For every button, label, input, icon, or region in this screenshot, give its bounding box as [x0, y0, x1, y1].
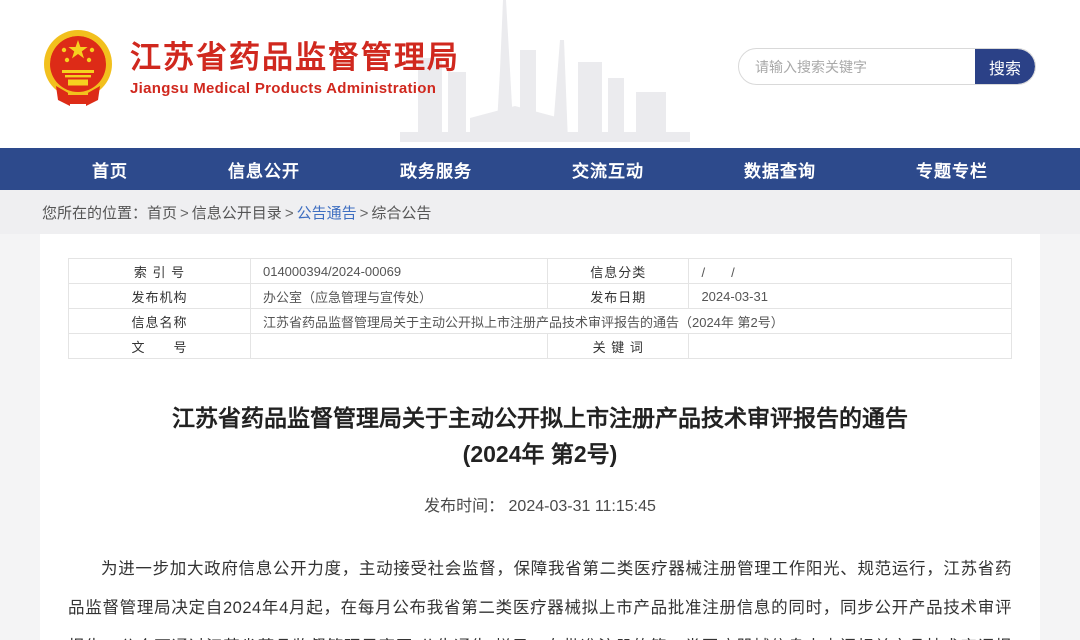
info-value: 014000394/2024-00069	[250, 259, 547, 284]
breadcrumb-separator: >	[180, 205, 189, 222]
info-table-row-0: 索 引 号014000394/2024-00069信息分类/ /	[69, 259, 1012, 284]
content-area: 索 引 号014000394/2024-00069信息分类/ /发布机构办公室（…	[0, 234, 1080, 640]
info-label: 索 引 号	[69, 259, 251, 284]
nav-item-2[interactable]: 政务服务	[400, 157, 472, 182]
breadcrumb-prefix: 您所在的位置：	[42, 202, 147, 223]
info-value	[689, 334, 1012, 359]
breadcrumb-item-0[interactable]: 首页	[147, 205, 177, 222]
publish-time-label: 发布时间：	[424, 498, 504, 515]
info-value	[250, 334, 547, 359]
info-value: 江苏省药品监督管理局关于主动公开拟上市注册产品技术审评报告的通告（2024年 第…	[250, 309, 1011, 334]
search-box: 搜索	[738, 48, 1036, 85]
breadcrumb-separator: >	[285, 205, 294, 222]
breadcrumb-item-2[interactable]: 公告通告	[297, 205, 357, 222]
article-paragraph: 为进一步加大政府信息公开力度，主动接受社会监督，保障我省第二类医疗器械注册管理工…	[68, 550, 1012, 640]
info-label: 发布日期	[548, 284, 689, 309]
info-label: 信息名称	[69, 309, 251, 334]
site-title-en: Jiangsu Medical Products Administration	[130, 80, 460, 97]
info-label: 信息分类	[548, 259, 689, 284]
breadcrumb-item-1[interactable]: 信息公开目录	[192, 205, 282, 222]
nav-item-5[interactable]: 专题专栏	[916, 157, 988, 182]
brand-block: 江苏省药品监督管理局 Jiangsu Medical Products Admi…	[40, 28, 460, 108]
site-title-cn: 江苏省药品监督管理局	[130, 39, 460, 76]
info-table-row-3: 文 号关 键 词	[69, 334, 1012, 359]
site-header: 江苏省药品监督管理局 Jiangsu Medical Products Admi…	[0, 0, 1080, 148]
info-table-row-2: 信息名称江苏省药品监督管理局关于主动公开拟上市注册产品技术审评报告的通告（202…	[69, 309, 1012, 334]
breadcrumb: 您所在的位置： 首页>信息公开目录>公告通告>综合公告	[0, 190, 1080, 234]
breadcrumb-separator: >	[360, 205, 369, 222]
article-title-line2: (2024年 第2号)	[68, 437, 1012, 473]
nav-item-4[interactable]: 数据查询	[744, 157, 816, 182]
nav-item-0[interactable]: 首页	[92, 157, 128, 182]
article-title: 江苏省药品监督管理局关于主动公开拟上市注册产品技术审评报告的通告 (2024年 …	[68, 401, 1012, 472]
national-emblem-logo	[40, 28, 116, 108]
info-table: 索 引 号014000394/2024-00069信息分类/ /发布机构办公室（…	[68, 258, 1012, 359]
search-input[interactable]	[739, 49, 975, 84]
info-value: / /	[689, 259, 1012, 284]
article-card: 索 引 号014000394/2024-00069信息分类/ /发布机构办公室（…	[40, 234, 1040, 640]
info-value: 2024-03-31	[689, 284, 1012, 309]
article-title-line1: 江苏省药品监督管理局关于主动公开拟上市注册产品技术审评报告的通告	[68, 401, 1012, 437]
nav-item-3[interactable]: 交流互动	[572, 157, 644, 182]
info-label: 发布机构	[69, 284, 251, 309]
info-label: 文 号	[69, 334, 251, 359]
search-button[interactable]: 搜索	[975, 49, 1035, 84]
info-label: 关 键 词	[548, 334, 689, 359]
publish-time-value: 2024-03-31 11:15:45	[509, 498, 656, 515]
publish-time-line: 发布时间： 2024-03-31 11:15:45	[68, 492, 1012, 516]
info-table-row-1: 发布机构办公室（应急管理与宣传处）发布日期2024-03-31	[69, 284, 1012, 309]
breadcrumb-item-3[interactable]: 综合公告	[371, 205, 431, 222]
info-value: 办公室（应急管理与宣传处）	[250, 284, 547, 309]
main-nav: 首页 信息公开 政务服务 交流互动 数据查询 专题专栏	[0, 148, 1080, 190]
nav-item-1[interactable]: 信息公开	[228, 157, 300, 182]
